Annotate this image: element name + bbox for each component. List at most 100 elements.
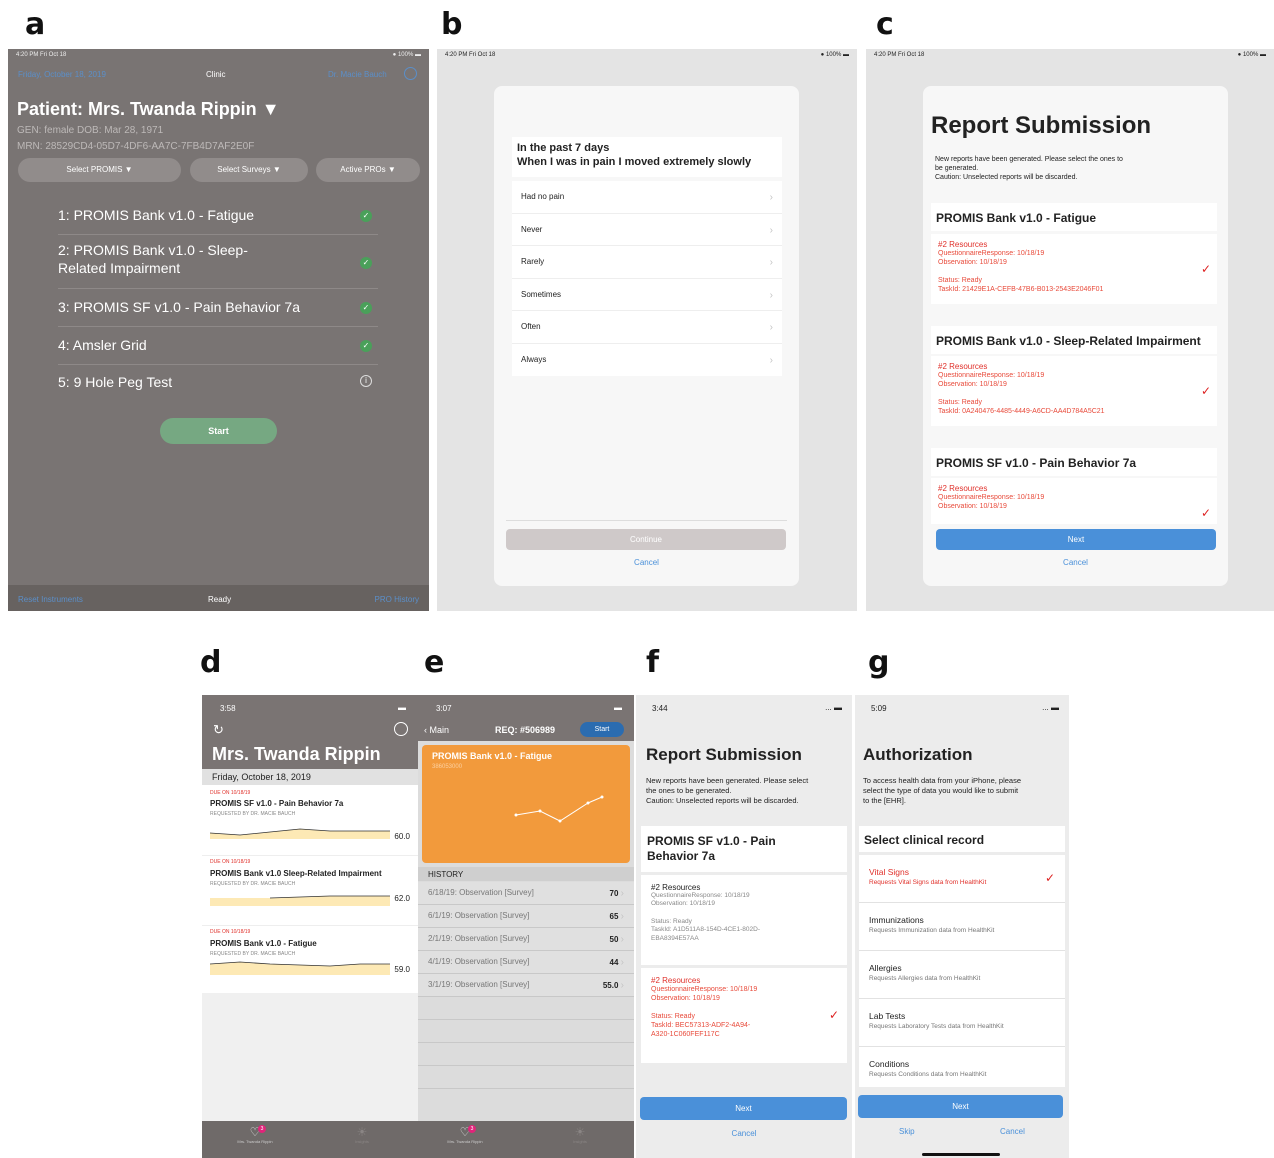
empty-row [418,1020,634,1043]
instrument-card[interactable]: DUE ON 10/18/19 PROMIS Bank v1.0 Sleep-R… [202,855,418,924]
reset-instruments-button[interactable]: Reset Instruments [18,595,83,604]
nav-title: Clinic [206,70,226,79]
patient-title[interactable]: Patient: Mrs. Twanda Rippin ▼ [17,99,280,120]
history-line-chart [514,795,604,823]
cancel-button[interactable]: Cancel [1000,1127,1025,1136]
option-row[interactable]: Sometimes › [512,279,782,311]
status-time: 3:58 [220,704,236,713]
record-row-allergies[interactable]: Allergies Requests Allergies data from H… [859,951,1065,999]
sun-icon: ☀ [356,1125,368,1139]
check-icon: ✓ [360,210,372,222]
report-row[interactable]: #2 Resources QuestionnaireResponse: 10/1… [641,968,847,1063]
header: 3:07 ▬ ‹ Main REQ: #506989 Start [418,695,634,741]
option-row[interactable]: Always › [512,344,782,377]
instrument-item[interactable]: 2: PROMIS Bank v1.0 - Sleep- Related Impa… [58,241,378,289]
battery-icon: ▬ [398,703,406,712]
instrument-item[interactable]: 5: 9 Hole Peg Test i [58,374,378,402]
card-list: DUE ON 10/18/19 PROMIS SF v1.0 - Pain Be… [202,785,418,993]
tab-insights[interactable]: ☀ Insights [342,1125,382,1144]
doctor-link[interactable]: Dr. Macie Bauch [328,70,387,79]
refresh-icon[interactable]: ↻ [213,722,224,738]
instrument-card[interactable]: DUE ON 10/18/19 PROMIS SF v1.0 - Pain Be… [202,785,418,854]
check-icon: ✓ [360,257,372,269]
report-row[interactable]: #2 Resources QuestionnaireResponse: 10/1… [931,356,1217,426]
pro-history-button[interactable]: PRO History [375,595,419,604]
report-description: New reports have been generated. Please … [935,156,1123,181]
record-row-lab-tests[interactable]: Lab Tests Requests Laboratory Tests data… [859,999,1065,1047]
status-text: Ready [208,595,232,604]
option-row[interactable]: Rarely › [512,246,782,279]
history-row[interactable]: 6/18/19: Observation [Survey] 70 › [418,882,634,905]
report-header: PROMIS SF v1.0 - Pain Behavior 7a [641,826,847,872]
sparkline-chart [210,961,390,975]
instrument-card[interactable]: DUE ON 10/18/19 PROMIS Bank v1.0 - Fatig… [202,925,418,994]
record-list: Vital Signs Requests Vital Signs data fr… [859,855,1065,1087]
chevron-right-icon: › [620,957,624,968]
nav-bar: Friday, October 18, 2019 Clinic Dr. Maci… [8,63,429,85]
chevron-right-icon: › [620,934,624,945]
patient-gen-dob: GEN: female DOB: Mar 28, 1971 [17,125,164,136]
history-row[interactable]: 4/1/19: Observation [Survey] 44 › [418,951,634,974]
tab-patient[interactable]: ♡ 3 Mrs. Twanda Rippin [440,1125,490,1144]
select-surveys-button[interactable]: Select Surveys ▼ [190,158,308,182]
cancel-button[interactable]: Cancel [494,558,799,567]
next-button[interactable]: Next [858,1095,1063,1118]
history-row[interactable]: 6/1/19: Observation [Survey] 65 › [418,905,634,928]
select-promis-button[interactable]: Select PROMIS ▼ [18,158,181,182]
check-icon: ✓ [360,302,372,314]
options-list: Had no pain › Never › Rarely › Sometimes › O… [512,181,782,376]
status-time: 3:07 [436,704,452,713]
checkmark-icon: ✓ [1044,871,1055,885]
profile-icon[interactable] [394,722,408,736]
record-row-immunizations[interactable]: Immunizations Requests Immunization data… [859,903,1065,951]
status-time: 3:44 [652,704,668,713]
option-row[interactable]: Never › [512,214,782,246]
instrument-item[interactable]: 1: PROMIS Bank v1.0 - Fatigue ✓ [58,207,378,235]
next-button[interactable]: Next [936,529,1216,550]
status-time: 4:20 PM Fri Oct 18 [874,52,925,58]
footer-bar: Reset Instruments Ready PRO History [8,585,429,611]
report-row[interactable]: #2 Resources QuestionnaireResponse: 10/1… [931,234,1217,304]
start-button[interactable]: Start [580,722,624,737]
skip-button[interactable]: Skip [899,1127,915,1136]
panel-a-clinic-screen: 4:20 PM Fri Oct 18 ● 100% ▬ Friday, Octo… [8,49,429,611]
tab-bar: ♡ 3 Mrs. Twanda Rippin ☀ Insights [418,1121,634,1158]
start-button[interactable]: Start [160,418,277,444]
battery-icon: ▬ [614,703,622,712]
notification-badge: 3 [468,1125,476,1133]
back-button[interactable]: ‹ Main [424,725,449,735]
status-bar: 4:20 PM Fri Oct 18 ● 100% ▬ [437,49,857,61]
report-row[interactable]: #2 Resources QuestionnaireResponse: 10/1… [931,478,1217,524]
card-title: PROMIS Bank v1.0 - Fatigue [432,751,553,761]
profile-icon[interactable] [404,67,417,80]
empty-row [418,1066,634,1089]
panel-d-patient-dashboard: 3:58 ▬ ↻ Mrs. Twanda Rippin Friday, Octo… [202,695,418,1158]
option-row[interactable]: Often › [512,311,782,344]
empty-row [418,1043,634,1066]
option-row[interactable]: Had no pain › [512,181,782,214]
history-row[interactable]: 2/1/19: Observation [Survey] 50 › [418,928,634,951]
history-row[interactable]: 3/1/19: Observation [Survey] 55.0 › [418,974,634,997]
panel-label-e: e [424,645,445,680]
panel-label-d: d [200,645,222,680]
next-button[interactable]: Next [640,1097,847,1120]
cancel-button[interactable]: Cancel [636,1129,852,1138]
status-bar: 4:20 PM Fri Oct 18 ● 100% ▬ [8,49,429,61]
section-header: Select clinical record [859,826,1065,852]
instrument-item[interactable]: 3: PROMIS SF v1.0 - Pain Behavior 7a ✓ [58,299,378,327]
record-row-vital-signs[interactable]: Vital Signs Requests Vital Signs data fr… [859,855,1065,903]
tab-insights[interactable]: ☀ Insights [560,1125,600,1144]
heart-icon: ♡ [459,1125,471,1139]
instrument-item[interactable]: 4: Amsler Grid ✓ [58,337,378,365]
cancel-button[interactable]: Cancel [923,558,1228,567]
report-row[interactable]: #2 Resources QuestionnaireResponse: 10/1… [641,875,847,965]
sparkline-chart [210,828,390,839]
tab-patient[interactable]: ♡ 3 Mrs. Twanda Rippin [230,1125,280,1144]
active-pros-button[interactable]: Active PROs ▼ [316,158,420,182]
record-row-conditions[interactable]: Conditions Requests Conditions data from… [859,1047,1065,1087]
status-time: 5:09 [871,704,887,713]
status-time: 4:20 PM Fri Oct 18 [16,52,67,58]
battery-icon: ... ▬ [1042,703,1059,712]
info-icon[interactable]: i [360,375,372,387]
continue-button[interactable]: Continue [506,529,786,550]
